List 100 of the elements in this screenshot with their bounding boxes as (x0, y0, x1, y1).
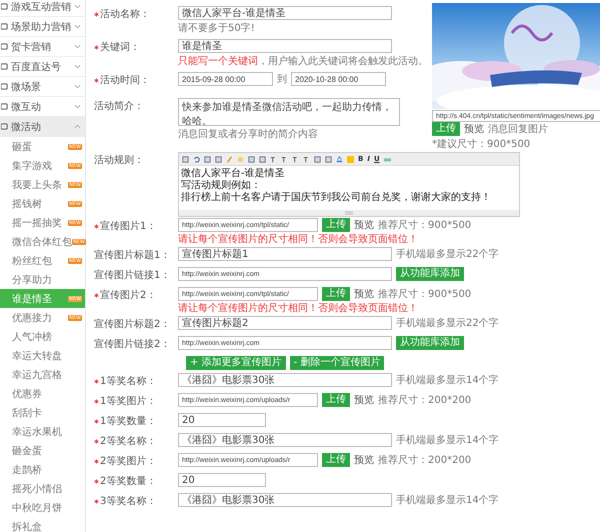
hint-text: 请不要多于50字! (178, 22, 255, 35)
chevron-down-icon (74, 4, 81, 9)
required-icon (94, 78, 99, 82)
input-field[interactable]: 《港囧》电影票30张 (178, 493, 392, 507)
chevron-down-icon (74, 64, 81, 69)
chevron-down-icon (74, 104, 81, 109)
field-label: 2等奖图片： (100, 454, 156, 468)
hint-text: 手机端最多显示22个字 (396, 316, 499, 330)
preview-link[interactable]: 预览 (354, 287, 374, 301)
editor-text[interactable]: 微信人家平台-谁是情圣 写活动规则例如： 排行榜上前十名客户请于国庆节到我公司前台兑奖，谢谢大家的支持！ (179, 166, 519, 210)
sidebar-item[interactable]: 中秋吃月饼 (0, 498, 85, 517)
size-hint: 推荐尺寸：900*500 (378, 288, 472, 301)
field-label: 宣传图片链接2： (94, 338, 170, 351)
sidebar-section[interactable]: 游戏互动营销 (0, 0, 85, 17)
sidebar-section[interactable]: 场景助力营销 (0, 17, 85, 37)
preview-link[interactable]: 预览 (464, 122, 484, 136)
sidebar-item[interactable]: 幸运水果机 (0, 422, 85, 441)
chevron-down-icon (74, 84, 81, 89)
field-label: 2等奖数量： (100, 475, 156, 488)
sidebar-item[interactable]: 砸金蛋 (0, 441, 85, 460)
field-label: 宣传图片1： (100, 220, 156, 233)
field-label: 1等奖数量： (100, 415, 156, 428)
required-icon (94, 292, 99, 298)
size-hint: 推荐尺寸：200*200 (378, 394, 472, 407)
field-label: 关键词： (100, 40, 140, 54)
hint-text: 手机端最多显示14个字 (396, 494, 499, 507)
required-icon (94, 224, 99, 228)
required-icon (94, 438, 99, 444)
chevron-down-icon (74, 44, 81, 49)
resize-handle-icon[interactable] (345, 211, 353, 215)
sidebar-item[interactable]: 分享助力 (0, 270, 85, 289)
sidebar-item[interactable]: 人气冲榜 (0, 327, 85, 346)
sidebar-item[interactable]: 优惠券 (0, 384, 85, 403)
warning-text: 请让每个宣传图片的尺寸相同！否则会导致页面错位！ (178, 232, 419, 246)
preview-link[interactable]: 预览 (354, 393, 374, 407)
sidebar-section[interactable]: 微活动 (0, 117, 85, 137)
menu-icon (1, 23, 8, 30)
field-label: 活动时间： (100, 74, 150, 87)
chevron-down-icon (74, 24, 81, 29)
field-label: 1等奖名称： (100, 375, 156, 388)
date-field[interactable]: 2015-09-28 00:00 (178, 72, 273, 86)
number-field[interactable]: 20 (178, 413, 266, 427)
sidebar-item[interactable]: 拆礼盒 (0, 517, 85, 532)
required-icon (94, 12, 99, 16)
field-label: 活动简介： (94, 100, 144, 113)
menu-icon (1, 103, 8, 110)
field-label: 宣传图片链接1： (94, 268, 170, 282)
menu-icon (1, 43, 8, 50)
field-label: 宣传图片标题1： (94, 248, 170, 262)
menu-icon (1, 83, 8, 90)
field-label: 3等奖名称： (100, 495, 156, 508)
input-field[interactable]: 宣传图片标题2 (178, 316, 392, 330)
field-label: 活动规则： (94, 154, 144, 167)
hint-text: 消息回复或者分享时的简介内容 (178, 128, 318, 141)
textarea-field[interactable]: 快来参加谁是情圣微信活动吧，一起助力传情，哈哈。 (178, 98, 400, 126)
required-icon (94, 378, 99, 384)
required-icon (94, 44, 99, 50)
field-label: 活动名称： (100, 8, 150, 21)
date-field[interactable]: 2020-10-28 00:00 (291, 72, 386, 86)
preview-link[interactable]: 预览 (354, 218, 374, 232)
sidebar-item[interactable]: 走鹊桥 (0, 460, 85, 479)
hint-text: 手机端最多显示14个字 (396, 374, 499, 387)
field-label: 宣传图片标题2： (94, 318, 170, 331)
size-hint: 推荐尺寸：900*500 (378, 218, 472, 232)
required-icon (94, 478, 99, 484)
chevron-up-icon (74, 124, 81, 129)
size-hint: *建议尺寸：900*500 (432, 138, 530, 151)
input-field[interactable]: 微信人家平台-谁是情圣 (178, 6, 392, 20)
sidebar-item[interactable]: 幸运九宫格 (0, 365, 85, 384)
size-icon[interactable] (270, 156, 277, 162)
required-icon (94, 458, 99, 464)
sidebar-item[interactable]: 摇死小情侣 (0, 479, 85, 498)
hint-text: 手机端最多显示22个字 (396, 248, 499, 261)
menu-icon (1, 63, 8, 70)
preview-link[interactable]: 预览 (354, 453, 374, 467)
field-label: 1等奖图片： (100, 394, 156, 408)
required-icon (94, 498, 99, 504)
sidebar-section[interactable]: 微场景 (0, 77, 85, 97)
number-field[interactable]: 20 (178, 473, 266, 487)
sidebar-item[interactable]: 幸运大转盘 (0, 346, 85, 365)
field-label: 宣传图片2： (100, 288, 156, 302)
size-icon[interactable] (281, 156, 288, 162)
sidebar-section[interactable]: 百度直达号 (0, 57, 85, 77)
warning-text: 请让每个宣传图片的尺寸相同！否则会导致页面错位！ (178, 302, 419, 315)
field-label: 2等奖名称： (100, 435, 156, 448)
required-icon (94, 418, 99, 424)
input-field[interactable]: 《港囧》电影票30张 (178, 433, 392, 447)
separator-text: 到 (277, 73, 287, 86)
size-hint: 推荐尺寸：200*200 (378, 454, 472, 467)
sidebar-item[interactable]: 刮刮卡 (0, 403, 85, 422)
input-field[interactable]: 谁是情圣 (178, 39, 392, 53)
undo-icon[interactable] (193, 156, 200, 162)
required-icon (94, 398, 99, 404)
hint-text: ，用户输入此关键词将会触发此活动。 (258, 54, 428, 68)
hint-text: 手机端最多显示14个字 (396, 434, 499, 447)
color-icon[interactable] (336, 156, 343, 162)
sidebar-section[interactable]: 贺卡营销 (0, 37, 85, 57)
menu-icon (1, 3, 8, 10)
input-field[interactable]: 宣传图片标题1 (178, 247, 392, 261)
input-field[interactable]: 《港囧》电影票30张 (178, 373, 392, 387)
